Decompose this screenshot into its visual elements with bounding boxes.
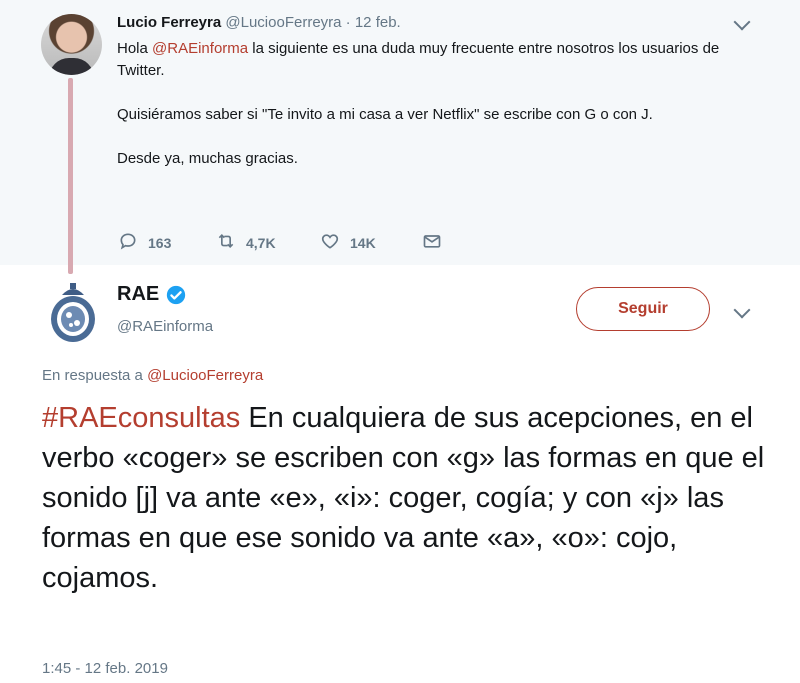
parent-chevron-down-icon[interactable] bbox=[733, 13, 751, 31]
reply-prefix: En respuesta a bbox=[42, 367, 148, 384]
retweet-action[interactable]: 4,7K bbox=[216, 231, 276, 254]
main-tweet-text: #RAEconsultas En cualquiera de sus acepc… bbox=[42, 398, 772, 598]
rae-author-handle[interactable]: @RAEinforma bbox=[117, 318, 213, 335]
hashtag-link[interactable]: #RAEconsultas bbox=[42, 402, 240, 434]
header-separator: · bbox=[345, 14, 351, 31]
parent-tweet-header: Lucio Ferreyra @LuciooFerreyra · 12 feb. bbox=[117, 14, 401, 31]
rae-author-name-row: RAE bbox=[117, 283, 187, 306]
parent-tweet-text: Hola @RAEinforma la siguiente es una dud… bbox=[117, 38, 757, 170]
parent-author-handle[interactable]: @LuciooFerreyra bbox=[225, 14, 341, 31]
reply-context: En respuesta a @LuciooFerreyra bbox=[42, 367, 263, 384]
tweet-timestamp[interactable]: 1:45 - 12 feb. 2019 bbox=[42, 660, 168, 677]
lucio-avatar[interactable] bbox=[41, 14, 102, 75]
reply-icon bbox=[118, 231, 138, 254]
verified-icon bbox=[165, 284, 187, 306]
parent-text-mention[interactable]: @RAEinforma bbox=[152, 40, 248, 57]
like-count: 14K bbox=[350, 234, 376, 251]
rae-author-name[interactable]: RAE bbox=[117, 283, 159, 306]
parent-author-name[interactable]: Lucio Ferreyra bbox=[117, 14, 221, 31]
retweet-icon bbox=[216, 231, 236, 254]
parent-tweet-date[interactable]: 12 feb. bbox=[355, 14, 401, 31]
parent-text-greeting: Hola bbox=[117, 40, 153, 57]
parent-tweet: Lucio Ferreyra @LuciooFerreyra · 12 feb.… bbox=[0, 0, 800, 274]
reply-mention[interactable]: @LuciooFerreyra bbox=[147, 367, 263, 384]
follow-button[interactable]: Seguir bbox=[576, 287, 710, 331]
thread-connector-line bbox=[68, 78, 73, 274]
dm-icon bbox=[422, 231, 442, 254]
rae-logo-avatar[interactable] bbox=[44, 281, 102, 343]
dm-action[interactable] bbox=[422, 231, 442, 254]
main-chevron-down-icon[interactable] bbox=[733, 301, 751, 319]
like-action[interactable]: 14K bbox=[320, 231, 376, 254]
reply-action[interactable]: 163 bbox=[118, 231, 171, 254]
parent-text-body: la siguiente es una duda muy frecuente e… bbox=[117, 40, 720, 167]
retweet-count: 4,7K bbox=[246, 234, 276, 251]
like-icon bbox=[320, 231, 340, 254]
reply-count: 163 bbox=[148, 234, 172, 251]
